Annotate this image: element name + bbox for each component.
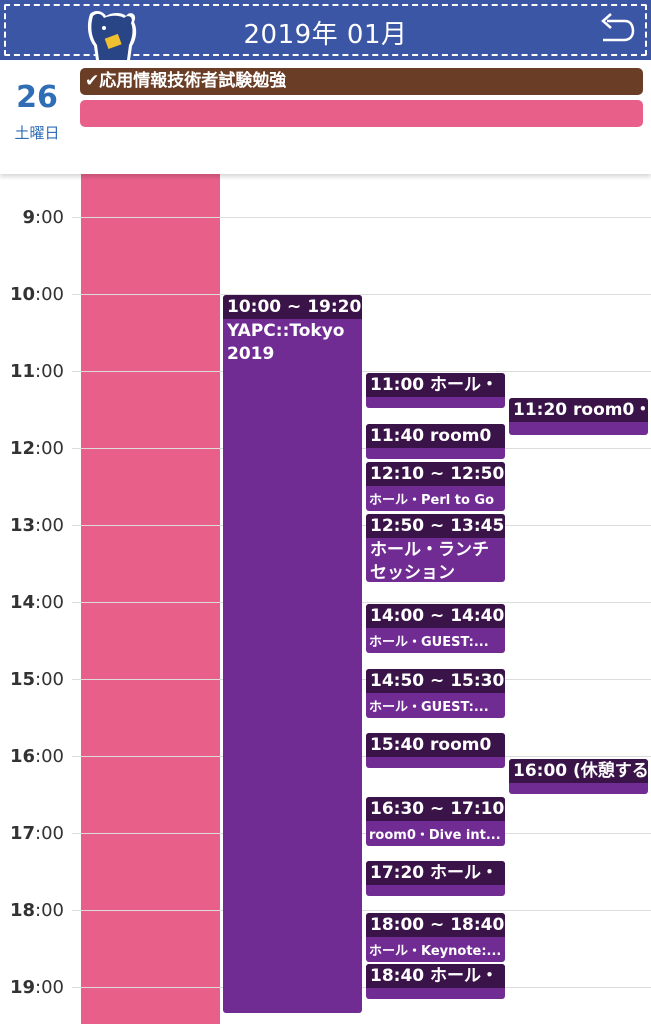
event-1630[interactable]: 16:30 ~ 17:10 room0・Dive int... [366, 797, 505, 846]
event-time: 14:50 ~ 15:30 [366, 669, 505, 693]
hour-label: 18:00 [9, 900, 64, 921]
event-title: ホール・GUEST:... [369, 635, 489, 650]
all-day-section: 26 土曜日 ✔応用情報技術者試験勉強 [0, 60, 651, 174]
event-time: 18:00 ~ 18:40 [366, 913, 505, 937]
event-time: 11:40 room0 [366, 424, 505, 448]
hour-label: 10:00 [9, 284, 64, 305]
hour-label: 14:00 [9, 592, 64, 613]
event-title: ホール・GUEST:... [369, 700, 489, 715]
event-1250[interactable]: 12:50 ~ 13:45 ホール・ランチセッション [366, 514, 505, 582]
hour-label: 17:00 [9, 823, 64, 844]
day-number: 26 [16, 80, 58, 115]
all-day-event-study[interactable]: ✔応用情報技術者試験勉強 [80, 68, 643, 95]
hour-label: 11:00 [9, 361, 64, 382]
month-title: 2019年 01月 [243, 20, 408, 50]
hour-label: 16:00 [9, 746, 64, 767]
event-time: 12:50 ~ 13:45 [366, 514, 505, 538]
event-title: ホール・Perl to Go [369, 493, 495, 508]
event-1800[interactable]: 18:00 ~ 18:40 ホール・Keynote:... [366, 913, 505, 962]
event-time: 18:40 ホール・ [366, 964, 505, 988]
hour-label: 12:00 [9, 438, 64, 459]
hour-line [72, 294, 651, 295]
event-time: 12:10 ~ 12:50 [366, 462, 505, 486]
event-time: 11:00 ホール・ [366, 373, 505, 397]
event-1450[interactable]: 14:50 ~ 15:30 ホール・GUEST:... [366, 669, 505, 718]
hour-label: 19:00 [9, 977, 64, 998]
event-time: 16:00 (休憩する [509, 759, 648, 783]
event-title: room0・Dive int... [369, 828, 501, 843]
event-time: 14:00 ~ 14:40 [366, 604, 505, 628]
event-title: YAPC::Tokyo 2019 [227, 321, 345, 364]
day-weekday: 土曜日 [14, 124, 60, 142]
all-day-event-pink[interactable] [80, 100, 643, 127]
event-title: ホール・ランチセッション [370, 540, 489, 582]
hour-label: 13:00 [9, 515, 64, 536]
pink-all-day-span[interactable] [81, 174, 220, 1024]
undo-arrow-icon[interactable] [597, 12, 637, 48]
day-timeline[interactable]: 9:00 10:00 11:00 12:00 13:00 14:00 15:00… [0, 174, 651, 1024]
event-time: 10:00 ~ 19:20 [223, 295, 362, 319]
event-time: 16:30 ~ 17:10 [366, 797, 505, 821]
event-1840[interactable]: 18:40 ホール・ [366, 964, 505, 999]
event-1400[interactable]: 14:00 ~ 14:40 ホール・GUEST:... [366, 604, 505, 653]
event-1100[interactable]: 11:00 ホール・ [366, 373, 505, 408]
event-time: 11:20 room0・ [509, 398, 648, 422]
event-1210[interactable]: 12:10 ~ 12:50 ホール・Perl to Go [366, 462, 505, 511]
event-1720[interactable]: 17:20 ホール・ [366, 861, 505, 896]
hour-label: 9:00 [22, 207, 65, 228]
event-title: ホール・Keynote:... [369, 944, 502, 959]
event-1140[interactable]: 11:40 room0 [366, 424, 505, 459]
event-yapc-tokyo[interactable]: 10:00 ~ 19:20 YAPC::Tokyo 2019 [223, 295, 362, 1013]
event-1540[interactable]: 15:40 room0 [366, 733, 505, 768]
event-1120[interactable]: 11:20 room0・ [509, 398, 648, 435]
event-1600[interactable]: 16:00 (休憩する [509, 759, 648, 794]
event-time: 17:20 ホール・ [366, 861, 505, 885]
hour-line [72, 217, 651, 218]
hour-label: 15:00 [9, 669, 64, 690]
event-time: 15:40 room0 [366, 733, 505, 757]
app-header: 2019年 01月 [0, 0, 651, 60]
